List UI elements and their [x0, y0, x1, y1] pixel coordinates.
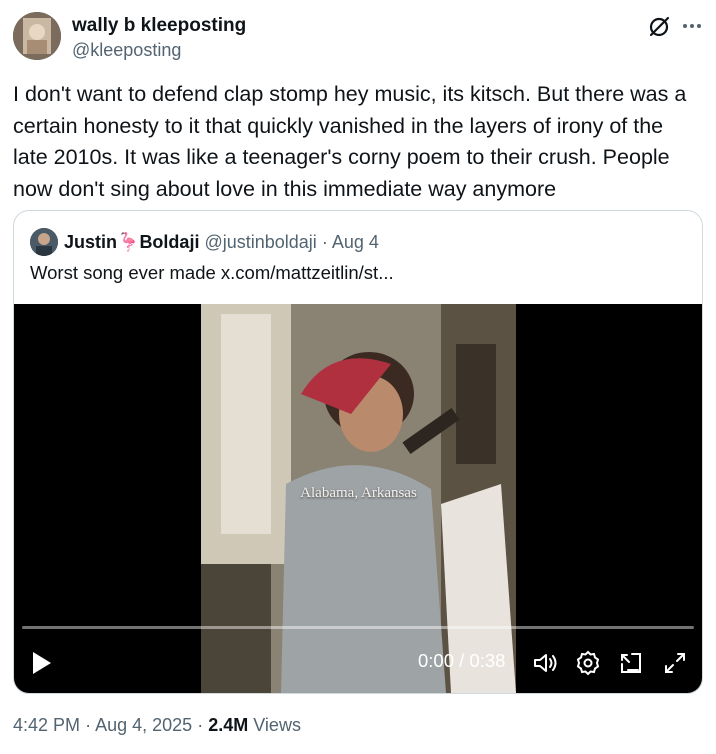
views-label: Views — [253, 715, 301, 735]
grok-icon[interactable] — [646, 14, 672, 40]
more-icon[interactable] — [680, 14, 704, 38]
settings-icon[interactable] — [575, 650, 601, 676]
volume-icon[interactable] — [532, 650, 558, 676]
quoted-header: Justin🦩Boldaji @justinboldaji · Aug 4 — [64, 230, 379, 254]
author-handle[interactable]: @kleeposting — [72, 38, 181, 62]
post-time[interactable]: 4:42 PM — [13, 715, 80, 735]
video-progress-bar[interactable] — [22, 626, 694, 629]
quoted-name-first[interactable]: Justin — [64, 232, 117, 252]
tweet-metadata: 4:42 PM · Aug 4, 2025 · 2.4M Views — [13, 713, 301, 737]
play-icon[interactable] — [30, 650, 54, 676]
quoted-date[interactable]: Aug 4 — [332, 232, 379, 252]
author-display-name[interactable]: wally b kleeposting — [72, 14, 246, 38]
video-time: 0:00 / 0:38 — [418, 650, 506, 671]
quoted-handle[interactable]: @justinboldaji — [204, 232, 316, 252]
flamingo-emoji: 🦩 — [117, 232, 140, 252]
post-date[interactable]: Aug 4, 2025 — [95, 715, 192, 735]
quoted-name-last[interactable]: Boldaji — [139, 232, 199, 252]
tweet-text: I don't want to defend clap stomp hey mu… — [13, 82, 687, 201]
quoted-separator: · — [321, 232, 328, 252]
quoted-text: Worst song ever made x.com/mattzeitlin/s… — [30, 262, 394, 283]
fullscreen-icon[interactable] — [662, 650, 688, 676]
video-player[interactable]: Alabama, Arkansas 0:00 / 0:38 — [14, 304, 702, 693]
views-count: 2.4M — [208, 715, 249, 735]
pip-icon[interactable] — [618, 650, 644, 676]
quoted-avatar[interactable] — [30, 228, 58, 256]
quoted-tweet-card[interactable]: Justin🦩Boldaji @justinboldaji · Aug 4 Wo… — [13, 210, 703, 694]
metadata-separator: · — [197, 715, 204, 735]
metadata-separator: · — [85, 715, 92, 735]
video-caption: Alabama, Arkansas — [300, 485, 417, 501]
avatar[interactable] — [13, 12, 61, 60]
